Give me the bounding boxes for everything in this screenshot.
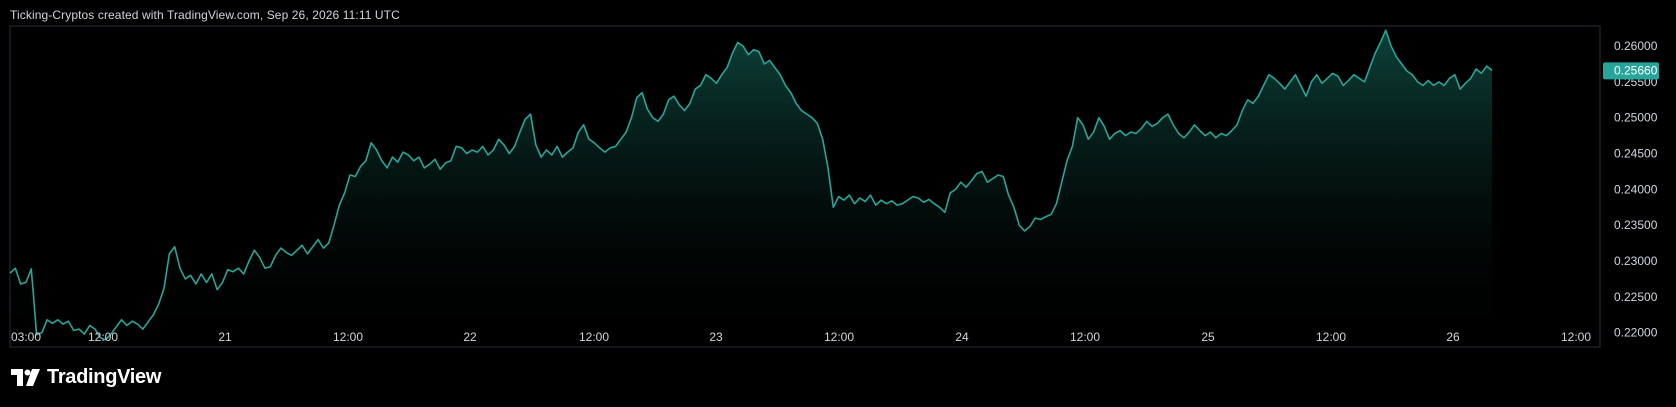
tradingview-logo[interactable]: TradingView <box>11 366 161 389</box>
price-area <box>10 30 1492 348</box>
logo-text: TradingView <box>47 366 162 388</box>
x-tick-label: 12:00 <box>824 330 854 344</box>
x-tick-label: 12:00 <box>1316 330 1346 344</box>
y-tick-label: 0.23500 <box>1614 218 1658 232</box>
y-tick-label: 0.23000 <box>1614 254 1658 268</box>
tradingview-logo-icon <box>11 369 40 386</box>
y-tick-label: 0.22000 <box>1614 326 1658 340</box>
x-tick-label: 24 <box>955 330 969 344</box>
last-price-label: 0.25660 <box>1614 63 1658 77</box>
x-tick-label: 12:00 <box>1070 330 1100 344</box>
x-tick-label: 21 <box>218 330 232 344</box>
x-tick-label: 23 <box>709 330 723 344</box>
x-tick-label: 26 <box>1446 330 1460 344</box>
x-tick-label: 12:00 <box>579 330 609 344</box>
chart-page: Ticking-Cryptos created with TradingView… <box>0 0 1676 407</box>
last-price-badge-layer: 0.25660 <box>1603 62 1659 80</box>
x-tick-label: 25 <box>1201 330 1215 344</box>
y-tick-label: 0.24500 <box>1614 147 1658 161</box>
x-tick-label: 22 <box>463 330 477 344</box>
y-tick-label: 0.25000 <box>1614 111 1658 125</box>
price-axis[interactable]: 0.22000 0.22500 0.23000 0.23500 0.24000 0.245… <box>1614 39 1658 340</box>
x-tick-label: 12:00 <box>1561 330 1591 344</box>
area-layer <box>10 30 1492 348</box>
x-tick-label: 12:00 <box>88 330 118 344</box>
y-tick-label: 0.24000 <box>1614 182 1658 196</box>
price-chart[interactable]: 0.22000 0.22500 0.23000 0.23500 0.24000 0.245… <box>0 0 1676 407</box>
y-tick-label: 0.22500 <box>1614 290 1658 304</box>
x-tick-label: 12:00 <box>333 330 363 344</box>
x-tick-label: 03:00 <box>11 330 41 344</box>
y-tick-label: 0.26000 <box>1614 39 1658 53</box>
